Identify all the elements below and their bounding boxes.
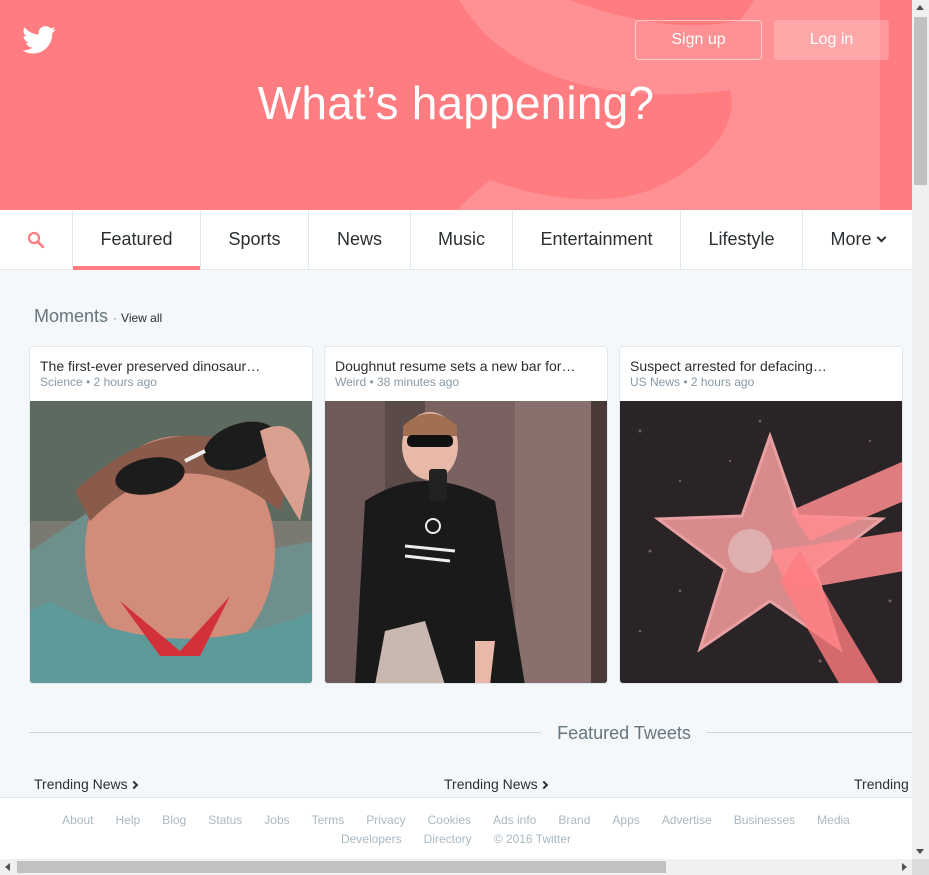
footer-link-privacy[interactable]: Privacy — [366, 813, 405, 827]
tab-music[interactable]: Music — [411, 210, 513, 269]
chevron-right-icon — [539, 780, 548, 790]
footer-link-blog[interactable]: Blog — [162, 813, 186, 827]
vertical-scroll-thumb[interactable] — [914, 17, 927, 185]
moment-card-meta: Weird • 38 minutes ago — [335, 375, 460, 389]
view-all-link[interactable]: View all — [121, 311, 162, 325]
tab-lifestyle[interactable]: Lifestyle — [681, 210, 803, 269]
moment-card-image — [30, 401, 312, 683]
moment-card-meta: Science • 2 hours ago — [40, 375, 157, 389]
log-in-button[interactable]: Log in — [774, 20, 889, 60]
chevron-right-icon — [129, 780, 138, 790]
moment-card-title: The first-ever preserved dinosaur… — [40, 358, 261, 374]
moments-separator: · — [113, 311, 118, 325]
vertical-scrollbar[interactable] — [912, 0, 929, 859]
moment-card-title: Doughnut resume sets a new bar for… — [335, 358, 576, 374]
footer-copyright: © 2016 Twitter — [493, 832, 572, 846]
moments-header: Moments · View all — [34, 306, 162, 327]
footer-link-jobs[interactable]: Jobs — [264, 813, 289, 827]
horizontal-scroll-thumb[interactable] — [17, 861, 666, 873]
trending-news-label: Trending News — [34, 776, 128, 792]
footer: About Help Blog Status Jobs Terms Privac… — [0, 797, 912, 859]
scroll-down-arrow-icon[interactable] — [916, 849, 924, 854]
sign-up-button[interactable]: Sign up — [635, 20, 762, 60]
tab-news[interactable]: News — [309, 210, 411, 269]
scrollbar-corner — [912, 859, 929, 875]
moment-card-image — [325, 401, 607, 683]
divider-right — [706, 732, 912, 733]
footer-link-cookies[interactable]: Cookies — [428, 813, 471, 827]
scroll-up-arrow-icon[interactable] — [916, 5, 924, 10]
moment-card[interactable]: Suspect arrested for defacing… US News •… — [619, 346, 903, 684]
footer-link-apps[interactable]: Apps — [612, 813, 639, 827]
footer-link-help[interactable]: Help — [116, 813, 141, 827]
trending-news-label: Trending News — [444, 776, 538, 792]
trending-news-link[interactable]: Trending N — [854, 776, 912, 792]
hero-banner: What’s happening? Sign up Log in — [0, 0, 912, 210]
footer-link-brand[interactable]: Brand — [558, 813, 590, 827]
scroll-left-arrow-icon[interactable] — [5, 863, 10, 871]
trending-news-link[interactable]: Trending News — [444, 776, 548, 792]
trending-news-label: Trending N — [854, 776, 912, 792]
footer-link-advertise[interactable]: Advertise — [662, 813, 712, 827]
moment-card[interactable]: Doughnut resume sets a new bar for… Weir… — [324, 346, 608, 684]
tab-featured[interactable]: Featured — [73, 210, 201, 270]
moment-card-image — [620, 401, 902, 683]
footer-links-row: Developers Directory © 2016 Twitter — [0, 832, 912, 846]
horizontal-scrollbar[interactable] — [0, 859, 912, 875]
moment-card-title: Suspect arrested for defacing… — [630, 358, 827, 374]
tab-more-label: More — [830, 229, 872, 249]
tab-more[interactable]: More — [803, 210, 912, 269]
chevron-down-icon — [876, 232, 886, 243]
moment-card-meta: US News • 2 hours ago — [630, 375, 755, 389]
footer-link-ads-info[interactable]: Ads info — [493, 813, 536, 827]
twitter-bird-logo-icon[interactable] — [22, 26, 56, 54]
category-nav: Featured Sports News Music Entertainment… — [0, 210, 912, 270]
footer-links-row: About Help Blog Status Jobs Terms Privac… — [0, 813, 912, 827]
footer-link-media[interactable]: Media — [817, 813, 850, 827]
scroll-right-arrow-icon[interactable] — [902, 863, 907, 871]
hero-title: What’s happening? — [257, 77, 655, 129]
tab-sports[interactable]: Sports — [201, 210, 309, 269]
search-button[interactable] — [0, 210, 73, 269]
footer-link-status[interactable]: Status — [208, 813, 242, 827]
divider-left — [29, 732, 541, 733]
footer-link-businesses[interactable]: Businesses — [734, 813, 795, 827]
trending-news-link[interactable]: Trending News — [34, 776, 138, 792]
footer-link-about[interactable]: About — [62, 813, 93, 827]
footer-link-directory[interactable]: Directory — [424, 832, 472, 846]
moments-title: Moments — [34, 306, 109, 326]
tab-entertainment[interactable]: Entertainment — [513, 210, 681, 269]
search-icon — [27, 231, 45, 248]
footer-link-terms[interactable]: Terms — [312, 813, 345, 827]
footer-link-developers[interactable]: Developers — [341, 832, 402, 846]
moment-card[interactable]: The first-ever preserved dinosaur… Scien… — [29, 346, 313, 684]
featured-tweets-title: Featured Tweets — [557, 723, 691, 743]
